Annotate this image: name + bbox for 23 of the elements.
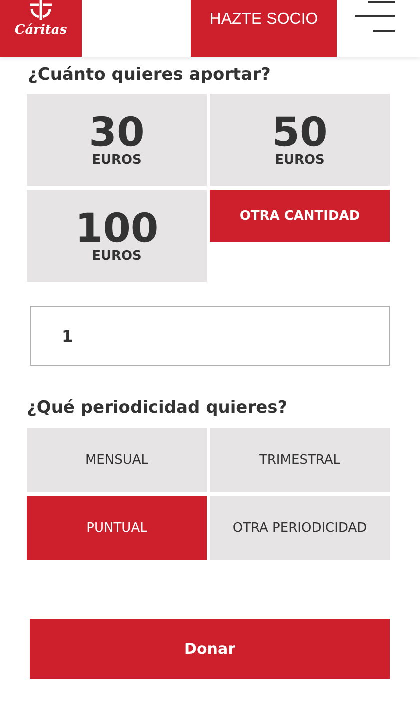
amount-unit: EUROS (92, 248, 142, 264)
section-heading: ¿Qué periodicidad quieres? (27, 398, 289, 418)
amount-unit: EUROS (92, 152, 142, 168)
amount-option[interactable]: 30 EUROS (27, 94, 207, 186)
amount-value: 50 (272, 112, 328, 152)
donate-button[interactable]: Donar (30, 619, 390, 679)
menu-icon[interactable] (355, 1, 395, 35)
period-option[interactable]: OTRA PERIODICIDAD (210, 496, 390, 560)
amount-field[interactable]: 1 (30, 306, 390, 366)
amount-unit: EUROS (275, 152, 325, 168)
section-heading: ¿Cuánto quieres aportar? (28, 65, 272, 85)
amount-option[interactable]: 50 EUROS (210, 94, 390, 186)
period-option[interactable]: PUNTUAL (27, 496, 207, 560)
other-amount-button[interactable]: OTRA CANTIDAD (210, 190, 390, 242)
join-button[interactable]: HAZTE SOCIO (191, 0, 337, 57)
amount-value: 30 (89, 112, 145, 152)
logo[interactable]: Cáritas (0, 0, 82, 57)
logo-text: Cáritas (14, 23, 68, 38)
cross-logo-icon (28, 0, 54, 20)
amount-option[interactable]: 100 EUROS (27, 190, 207, 282)
amount-value: 100 (75, 208, 159, 248)
period-option[interactable]: TRIMESTRAL (210, 428, 390, 492)
period-option[interactable]: MENSUAL (27, 428, 207, 492)
